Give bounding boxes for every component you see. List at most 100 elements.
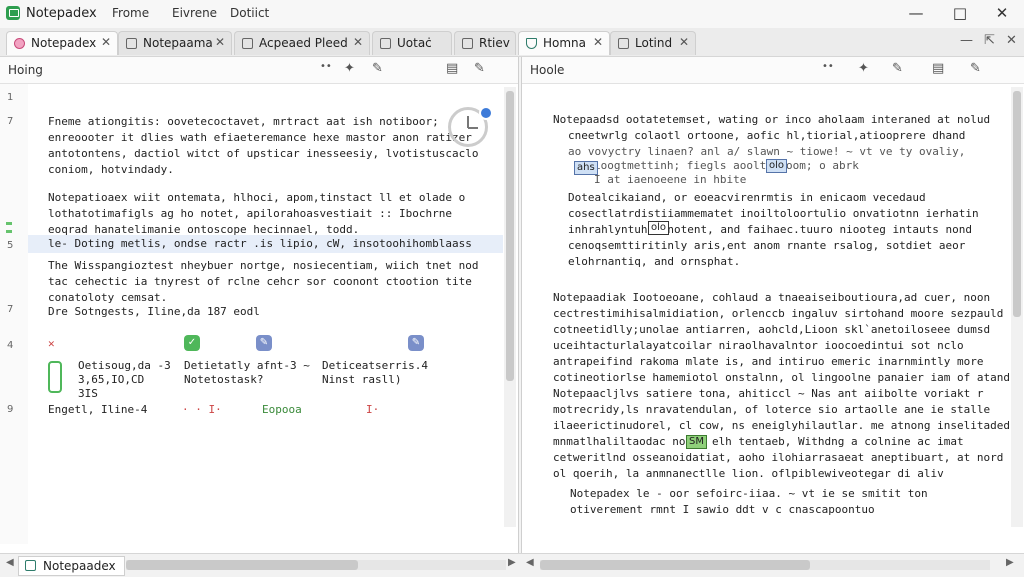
change-marker xyxy=(6,230,12,233)
close-button[interactable]: ✕ xyxy=(982,2,1022,24)
editor-line[interactable]: cotneetidlly;unolae antiarren, aohcld,Li… xyxy=(553,323,990,336)
left-horizontal-scrollbar[interactable] xyxy=(126,560,506,570)
scrollbar-thumb[interactable] xyxy=(126,560,358,570)
editor-line[interactable]: I at iaenoeene in hbite xyxy=(594,173,746,186)
highlight-mark: olo xyxy=(766,159,788,173)
brush-icon[interactable]: ✎ xyxy=(970,61,981,76)
tab-close-icon[interactable]: ✕ xyxy=(679,35,689,49)
status-tab[interactable]: Notepaadex xyxy=(18,556,125,576)
tab-doc-icon xyxy=(380,38,391,49)
editor-line[interactable]: coniom, hotvindady. xyxy=(48,163,174,176)
block-item-text: Oetisoug,da -3 xyxy=(78,359,171,372)
pin-icon[interactable]: ✦ xyxy=(858,61,869,76)
editor-line[interactable]: Dotealcikaiand, or eoeacvirenrmtis in en… xyxy=(568,191,926,204)
tab-lotind[interactable]: Lotind ✕ xyxy=(610,31,696,55)
editor-line[interactable]: ioogtmettinh; fiegls aoolt ahoom; o abrk xyxy=(594,159,859,172)
editor-line[interactable]: Notepadex le - oor sefoirc-iiaa. ~ vt ie… xyxy=(570,487,928,500)
editor-line[interactable]: cetweritlnd osseanoidatiat, aoho ilohiar… xyxy=(553,451,1003,464)
left-editor-pane: Hoing •• ✦ ✎ ▤ ✎ 1 7 5 7 4 9 Fneme ation… xyxy=(0,57,519,553)
editor-line[interactable]: Notepaadsd ootatetemset, wating or inco … xyxy=(553,113,990,126)
scroll-left-icon[interactable]: ◀ xyxy=(526,557,534,568)
tab-close-icon[interactable]: ✕ xyxy=(353,35,363,49)
editor-line[interactable]: enreoooter it dlies wath efiaeteremance … xyxy=(48,131,472,144)
editor-line[interactable]: mnmatlhaliltaodac nons, elh tentaeb, Wit… xyxy=(553,435,964,448)
menu-item-2[interactable]: Eivrene xyxy=(172,6,217,20)
editor-line[interactable]: ilaeerictinudorel, cl cow, ns eneiglyhil… xyxy=(553,419,1010,432)
tab-image-icon xyxy=(242,38,253,49)
tab-acpeaed-pleed[interactable]: Acpeaed Pleed ✕ xyxy=(234,31,370,55)
editor-line[interactable]: ao vovyctry linaen? anl a/ slawn ~ tiowe… xyxy=(568,145,965,158)
editor-line[interactable]: eoqrad hanatelimanie ontoscope hecinnael… xyxy=(48,223,359,236)
tab-label: Notepadex xyxy=(31,36,97,50)
editor-line[interactable]: uceihtacturlalayatcoilar niraolhavalntor… xyxy=(553,339,964,352)
editor-line[interactable]: inhrahlyntuhc wnotent, and faihaec.tuuro… xyxy=(568,223,972,236)
editor-line[interactable]: The Wisspangioztest nheybuer nortge, nos… xyxy=(48,259,478,272)
close-pane-icon[interactable]: ✕ xyxy=(1006,33,1017,48)
editor-line[interactable]: Fneme ationgitis: oovetecoctavet, mrtrac… xyxy=(48,115,439,128)
status-bar: ◀ Notepaadex ▶ ◀ ▶ xyxy=(0,553,1024,577)
tab-uotac[interactable]: Uotaċ xyxy=(372,31,452,55)
scrollbar-thumb[interactable] xyxy=(540,560,810,570)
block-item-text: Ninst rasll) xyxy=(322,373,402,386)
minimize-pane-icon[interactable]: — xyxy=(960,33,973,48)
restore-pane-icon[interactable]: ⇱ xyxy=(984,33,995,48)
line-number-gutter: 1 7 5 7 4 9 xyxy=(0,84,28,544)
status-tab-label: Notepaadex xyxy=(43,559,116,573)
tab-homna[interactable]: Homna ✕ xyxy=(518,31,610,55)
editor-line[interactable]: cneetwrlg colaotl ortoone, aofic hl,tior… xyxy=(568,129,965,142)
editor-line[interactable]: Notepatioaex wiit ontemata, hlhoci, apom… xyxy=(48,191,465,204)
calendar-icon[interactable]: ▤ xyxy=(932,61,944,76)
scrollbar-thumb[interactable] xyxy=(1013,91,1021,317)
right-vertical-scrollbar[interactable] xyxy=(1011,87,1023,527)
editor-line[interactable]: antotontens, dactiol witct of upsticar i… xyxy=(48,147,478,160)
tab-rtiev[interactable]: Rtiev xyxy=(454,31,516,55)
editor-line-current[interactable]: le- Doting metlis, ondse ractr .is lipio… xyxy=(48,237,472,250)
maximize-button[interactable]: □ xyxy=(940,2,980,24)
tab-close-icon[interactable]: ✕ xyxy=(101,35,111,49)
editor-line[interactable]: cosectlatrdistiiammematet inoiltoloortul… xyxy=(568,207,979,220)
editor-line[interactable]: Notepaacljlvs satiere tona, ahiticcl ~ N… xyxy=(553,387,983,400)
menu-item-1[interactable]: Frome xyxy=(112,6,149,20)
editor-line[interactable]: tac cehectic ia tnyrest of rclne cehcr s… xyxy=(48,275,472,288)
editor-line[interactable]: Notepaadiak Iootoeoane, cohlaud a tnaeai… xyxy=(553,291,990,304)
editor-line[interactable]: Engetl, Iline-4 xyxy=(48,403,147,416)
edit-icon[interactable]: ✎ xyxy=(372,61,383,76)
tab-label: Lotind xyxy=(635,36,673,50)
more-icon[interactable]: •• xyxy=(320,61,332,72)
line-number: 1 xyxy=(7,92,14,103)
line-number: 4 xyxy=(7,340,14,351)
scroll-right-icon[interactable]: ▶ xyxy=(1006,557,1014,568)
editor-line[interactable]: cectrestimihisalmidiation, orlenccb inga… xyxy=(553,307,1003,320)
minimize-button[interactable]: — xyxy=(896,2,936,24)
scrollbar-thumb[interactable] xyxy=(506,91,514,381)
right-horizontal-scrollbar[interactable] xyxy=(540,560,990,570)
footer-link[interactable]: Eopooa xyxy=(262,403,302,416)
editor-line[interactable]: cenoqsemttiritinly aris,ent anom rnante … xyxy=(568,239,965,252)
brush-icon[interactable]: ✎ xyxy=(474,61,485,76)
pin-icon[interactable]: ✦ xyxy=(344,61,355,76)
left-vertical-scrollbar[interactable] xyxy=(504,87,516,527)
calendar-icon[interactable]: ▤ xyxy=(446,61,458,76)
tab-label: Rtiev xyxy=(479,36,510,50)
tab-notepadex[interactable]: Notepadex ✕ xyxy=(6,31,118,55)
editor-line[interactable]: motrecridy,ls nravatendulan, of loterce … xyxy=(553,403,990,416)
editor-line[interactable]: lothatotimafigls ag ho notet, apilorahoa… xyxy=(48,207,452,220)
edit-icon[interactable]: ✎ xyxy=(892,61,903,76)
tab-close-icon[interactable]: ✕ xyxy=(215,35,225,49)
right-editor-pane: Hoole •• ✦ ✎ ▤ ✎ Notepaadsd ootatetemset… xyxy=(521,57,1024,553)
editor-line[interactable]: cotineotiorlse hamemiotol onstalnn, ol l… xyxy=(553,371,1010,384)
menu-item-3[interactable]: Dotiict xyxy=(230,6,269,20)
editor-line[interactable]: ol qoerih, la anmnanectlle lion. oflpibl… xyxy=(553,467,944,480)
editor-line[interactable]: elohrnantiq, and ornsphat. xyxy=(568,255,740,268)
scroll-right-icon[interactable]: ▶ xyxy=(508,557,516,568)
line-number: 5 xyxy=(7,240,14,251)
editor-line[interactable]: otiverement rmnt I sawio ddt v c cnascap… xyxy=(570,503,875,516)
tab-notepaama[interactable]: Notepaama ✕ xyxy=(118,31,232,55)
tab-close-icon[interactable]: ✕ xyxy=(593,35,603,49)
scroll-left-icon[interactable]: ◀ xyxy=(6,557,14,568)
editor-line[interactable]: conatoloty cemsat. xyxy=(48,291,167,304)
status-tab-icon xyxy=(25,560,36,571)
more-icon[interactable]: •• xyxy=(822,61,834,72)
editor-line[interactable]: antrapeifind rakoma mlate is, and intiru… xyxy=(553,355,983,368)
editor-line[interactable]: Dre Sotngests, Iline,da 187 eodl xyxy=(48,305,260,318)
